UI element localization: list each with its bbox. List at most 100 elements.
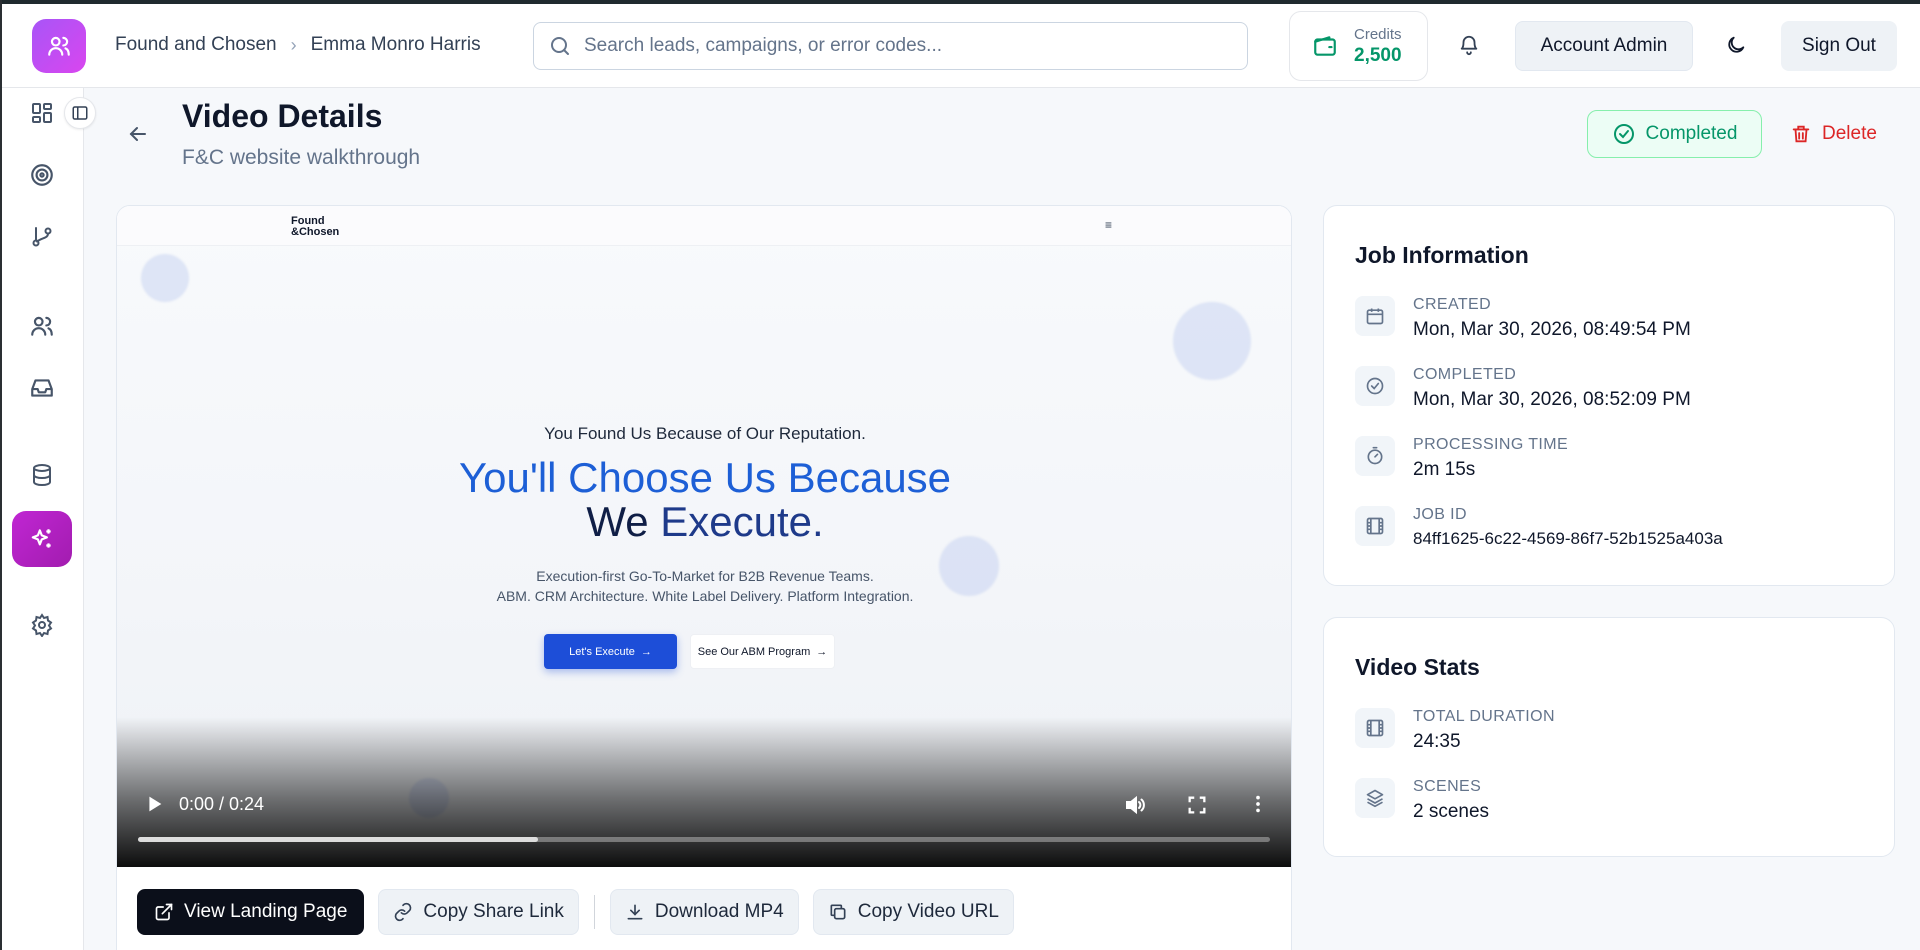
credits-widget[interactable]: Credits 2,500 [1289, 11, 1428, 81]
check-circle-icon [1613, 124, 1634, 144]
view-landing-page-button[interactable]: View Landing Page [137, 889, 365, 935]
created-row: CREATED Mon, Mar 30, 2026, 08:49:54 PM [1355, 296, 1691, 341]
sidebar-item-data[interactable] [28, 461, 56, 489]
sidebar-collapse-button[interactable] [64, 97, 96, 129]
breadcrumb: Found and Chosen › Emma Monro Harris [115, 34, 481, 56]
sign-out-button[interactable]: Sign Out [1781, 21, 1897, 71]
created-value: Mon, Mar 30, 2026, 08:49:54 PM [1413, 319, 1691, 340]
check-circle-icon [1366, 377, 1384, 395]
preview-desc-line1: Execution-first Go-To-Market for B2B Rev… [536, 568, 874, 584]
sparkles-icon [31, 529, 51, 548]
preview-cta-secondary-label: See Our ABM Program [697, 645, 811, 658]
preview-menu-icon: ≡ [1105, 218, 1113, 232]
preview-site-nav: Found &Chosen ≡ [117, 206, 1291, 246]
wallet-icon [1314, 36, 1336, 56]
credits-label: Credits [1354, 25, 1402, 43]
users-icon [48, 36, 70, 56]
preview-desc-line2: ABM. CRM Architecture. White Label Deliv… [496, 588, 914, 604]
job-id-label: JOB ID [1413, 506, 1467, 523]
account-admin-button[interactable]: Account Admin [1515, 21, 1693, 71]
scenes-row: SCENES 2 scenes [1355, 778, 1489, 823]
search-input[interactable] [584, 35, 1184, 57]
arrow-left-icon [129, 127, 146, 141]
preview-logo-line2: &Chosen [291, 226, 340, 238]
video-controls: 0:00 / 0:24 [117, 777, 1291, 867]
breadcrumb-user[interactable]: Emma Monro Harris [311, 34, 481, 56]
status-label: Completed [1645, 123, 1738, 144]
sidebar-item-workflows[interactable] [28, 223, 56, 251]
users-icon [31, 316, 53, 336]
more-options-button[interactable] [1247, 793, 1269, 820]
sidebar-item-ai-videos[interactable] [12, 511, 72, 567]
more-vertical-icon [1256, 795, 1260, 813]
fullscreen-button[interactable] [1186, 794, 1208, 821]
delete-button[interactable]: Delete [1790, 110, 1877, 158]
sidebar-item-dashboard[interactable] [28, 99, 56, 127]
video-stats-title: Video Stats [1355, 654, 1480, 680]
preview-hero-headline: You'll Choose Us Because [458, 454, 952, 501]
processing-row: PROCESSING TIME 2m 15s [1355, 436, 1568, 481]
breadcrumb-org[interactable]: Found and Chosen [115, 34, 277, 56]
external-link-icon [155, 903, 173, 921]
bell-icon [1460, 35, 1478, 56]
back-button[interactable] [126, 122, 150, 151]
view-landing-page-label: View Landing Page [184, 901, 348, 922]
film-icon [1366, 517, 1384, 535]
search-box[interactable] [533, 22, 1248, 70]
duration-label: TOTAL DURATION [1413, 708, 1555, 725]
preview-cta-primary-label: Let's Execute [569, 645, 635, 658]
app-logo[interactable] [32, 19, 86, 73]
copy-share-link-label: Copy Share Link [423, 901, 564, 922]
notifications-button[interactable] [1458, 34, 1480, 61]
chevron-right-icon: › [290, 34, 297, 55]
preview-cta-secondary: See Our ABM Program → [690, 634, 835, 669]
video-progress-bar[interactable] [138, 837, 1270, 842]
video-stats-card: Video Stats TOTAL DURATION 24:35 SCENES 2 … [1323, 617, 1895, 857]
sidebar-item-settings[interactable] [28, 611, 56, 639]
job-information-card: Job Information CREATED Mon, Mar 30, 2026… [1323, 205, 1895, 586]
completed-row: COMPLETED Mon, Mar 30, 2026, 08:52:09 PM [1355, 366, 1691, 411]
sidebar-item-leads[interactable] [28, 312, 56, 340]
film-icon [1366, 719, 1384, 737]
page-title: Video Details [182, 98, 383, 134]
scenes-value: 2 scenes [1413, 801, 1490, 822]
copy-video-url-label: Copy Video URL [857, 901, 999, 922]
gear-icon [31, 613, 53, 637]
copy-video-url-button[interactable]: Copy Video URL [812, 889, 1014, 935]
status-badge: Completed [1587, 110, 1762, 158]
theme-toggle[interactable] [1725, 34, 1747, 61]
decor-blob [141, 254, 189, 302]
sidebar-item-campaigns[interactable] [28, 161, 56, 189]
arrow-right-icon: → [640, 645, 652, 658]
play-button[interactable] [143, 793, 165, 820]
download-icon [627, 904, 643, 920]
download-mp4-button[interactable]: Download MP4 [609, 889, 799, 935]
scenes-label: SCENES [1413, 778, 1482, 795]
git-branch-icon [32, 227, 52, 247]
sidebar-item-inbox[interactable] [28, 374, 56, 402]
layers-icon [1366, 789, 1384, 808]
created-label: CREATED [1413, 296, 1492, 313]
database-icon [33, 464, 51, 487]
video-player[interactable]: Found &Chosen ≡ You Found Us Because of … [117, 206, 1291, 867]
calendar-icon [1366, 308, 1384, 325]
preview-hero-execute: Execute. [660, 498, 824, 545]
divider [593, 895, 595, 929]
processing-value: 2m 15s [1413, 459, 1476, 480]
mute-button[interactable] [1123, 793, 1147, 822]
preview-hero-headline-2: We Execute. [117, 498, 1291, 545]
sidebar [2, 88, 84, 950]
decor-blob [1173, 302, 1251, 380]
duration-value: 24:35 [1413, 731, 1461, 752]
link-icon [395, 902, 412, 922]
copy-share-link-button[interactable]: Copy Share Link [378, 889, 579, 935]
moon-icon [1728, 36, 1745, 53]
completed-label: COMPLETED [1413, 366, 1517, 383]
target-icon [31, 164, 53, 186]
inbox-icon [31, 379, 53, 397]
volume-icon [1126, 795, 1145, 815]
top-header: Found and Chosen › Emma Monro Harris Cre… [2, 4, 1920, 88]
job-id-value[interactable]: 84ff1625-6c22-4569-86f7-52b1525a403a [1413, 529, 1723, 549]
arrow-right-icon: → [816, 645, 828, 658]
trash-icon [1792, 125, 1810, 143]
